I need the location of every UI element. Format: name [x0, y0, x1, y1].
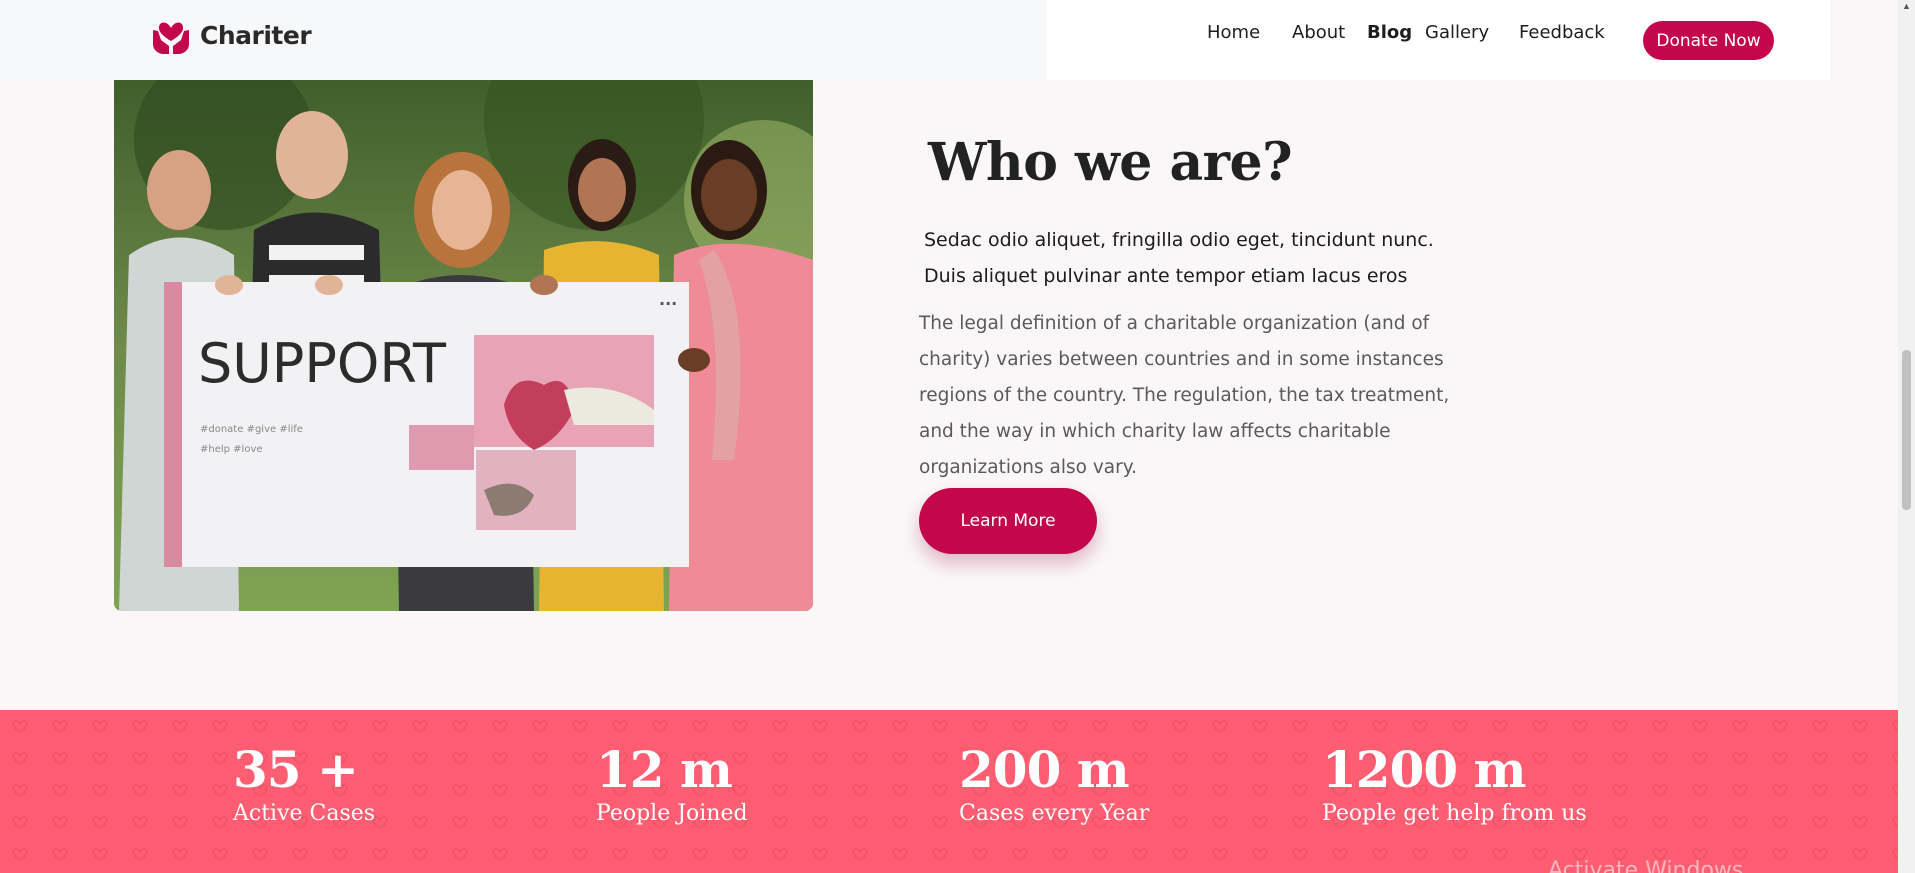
stat-people-joined: 12 m People Joined — [596, 740, 748, 826]
section-body: The legal definition of a charitable org… — [919, 313, 1450, 478]
stat-label: Cases every Year — [959, 801, 1150, 826]
nav-gallery[interactable]: Gallery — [1425, 22, 1489, 43]
sign-title: SUPPORT — [198, 332, 447, 395]
stat-cases-every-year: 200 m Cases every Year — [959, 740, 1149, 826]
stat-active-cases: 35 + Active Cases — [233, 740, 375, 826]
brand-name: Chariter — [200, 20, 312, 50]
stats-band: 35 + Active Cases 12 m People Joined 200… — [0, 710, 1898, 873]
stat-value: 200 m — [959, 740, 1130, 799]
learn-more-button[interactable]: Learn More — [919, 488, 1097, 554]
stat-value: 35 + — [233, 740, 359, 799]
scroll-thumb[interactable] — [1902, 350, 1911, 510]
header-bar: Chariter — [0, 0, 1046, 80]
stat-value: 12 m — [596, 740, 733, 799]
sign-tags-2: #help #love — [200, 444, 263, 455]
stat-people-helped: 1200 m People get help from us — [1322, 740, 1587, 826]
section-title: Who we are? — [928, 132, 1293, 193]
support-photo: SUPPORT #donate #give #life #help #love … — [114, 80, 813, 611]
nav-feedback[interactable]: Feedback — [1519, 22, 1605, 43]
donate-now-button[interactable]: Donate Now — [1643, 21, 1774, 60]
support-photo-illustration: SUPPORT #donate #give #life #help #love … — [114, 80, 813, 611]
page-scrollbar[interactable]: ▲ — [1898, 0, 1915, 873]
brand-logo[interactable]: Chariter — [150, 14, 312, 56]
nav-blog[interactable]: Blog — [1367, 22, 1412, 43]
sign-menu: ... — [659, 290, 677, 309]
stat-label: People get help from us — [1322, 801, 1587, 826]
scroll-up-arrow-icon[interactable]: ▲ — [1902, 2, 1911, 11]
nav-about[interactable]: About — [1292, 22, 1345, 43]
section-lead: Sedac odio aliquet, fringilla odio eget,… — [924, 229, 1434, 287]
stat-label: Active Cases — [233, 801, 376, 826]
heart-hands-icon — [153, 22, 189, 54]
os-activation-watermark: Activate Windows — [1548, 858, 1744, 873]
stat-label: People Joined — [596, 801, 748, 826]
nav-home[interactable]: Home — [1207, 22, 1260, 43]
stat-value: 1200 m — [1322, 740, 1526, 799]
sign-tags-1: #donate #give #life — [200, 424, 303, 435]
